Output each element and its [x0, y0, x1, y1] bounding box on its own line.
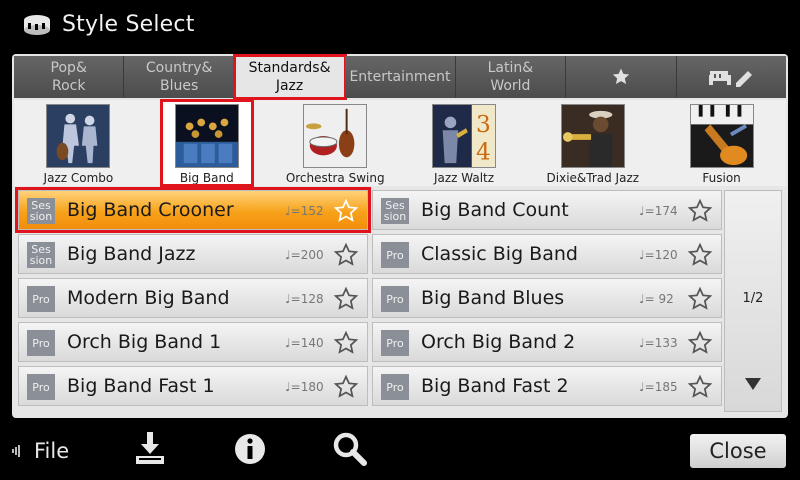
style-item-big-band-count[interactable]: Ses sion Big Band Count ♩=174	[372, 190, 722, 230]
subcategory-strip: Jazz Combo Big Band Orchestra Swing 3 4 …	[14, 99, 786, 187]
style-browser-panel: Pop& Rock Country& Blues Standards& Jazz…	[12, 54, 788, 418]
session-badge: Ses sion	[381, 198, 409, 224]
jazz-waltz-thumbnail: 3 4	[431, 104, 496, 168]
style-name: Big Band Crooner	[67, 199, 234, 221]
pro-badge: Pro	[381, 242, 409, 268]
file-label: File	[34, 439, 70, 463]
style-item-big-band-blues[interactable]: Pro Big Band Blues ♩= 92	[372, 278, 722, 318]
page-title: Style Select	[62, 12, 195, 37]
style-tempo: ♩=152	[285, 204, 324, 218]
favorite-star-icon[interactable]	[333, 198, 359, 224]
subcategory-dixie-trad-jazz[interactable]: Dixie&Trad Jazz	[528, 100, 657, 186]
subcategory-jazz-combo[interactable]: Jazz Combo	[14, 100, 143, 186]
style-item-big-band-fast-2[interactable]: Pro Big Band Fast 2 ♩=185	[372, 366, 722, 406]
subcategory-label: Fusion	[702, 171, 741, 185]
tab-entertainment[interactable]: Entertainment	[345, 56, 456, 98]
category-tabs: Pop& Rock Country& Blues Standards& Jazz…	[14, 54, 786, 100]
subcategory-big-band[interactable]: Big Band	[159, 99, 254, 187]
style-item-big-band-crooner[interactable]: Ses sion Big Band Crooner ♩=152	[15, 187, 371, 233]
subcategory-label: Jazz Waltz	[433, 171, 495, 185]
tab-country-blues[interactable]: Country& Blues	[124, 56, 235, 98]
style-name: Big Band Count	[421, 199, 569, 221]
style-list-column-left: Ses sion Big Band Crooner ♩=152 Ses sion…	[15, 187, 371, 410]
pro-badge: Pro	[381, 374, 409, 400]
style-item-modern-big-band[interactable]: Pro Modern Big Band ♩=128	[18, 278, 368, 318]
footer-bar: File Close	[0, 420, 800, 480]
style-item-classic-big-band[interactable]: Pro Classic Big Band ♩=120	[372, 234, 722, 274]
subcategory-label: Dixie&Trad Jazz	[546, 171, 640, 185]
style-tempo: ♩=128	[285, 292, 324, 306]
tab-standards-jazz[interactable]: Standards& Jazz	[232, 54, 348, 100]
style-name: Classic Big Band	[421, 243, 578, 265]
svg-text:4: 4	[476, 138, 491, 165]
page-indicator: 1/2	[742, 291, 764, 306]
style-tempo: ♩=180	[285, 380, 324, 394]
style-list-column-right: Ses sion Big Band Count ♩=174 Pro Classi…	[372, 190, 722, 410]
star-icon	[612, 68, 629, 84]
pro-badge: Pro	[381, 330, 409, 356]
style-name: Big Band Blues	[421, 287, 565, 309]
user-keyboard-edit-icon	[709, 71, 753, 87]
favorite-star-icon[interactable]	[333, 374, 359, 400]
favorite-star-icon[interactable]	[687, 330, 713, 356]
svg-text:3: 3	[476, 111, 491, 138]
pro-badge: Pro	[27, 330, 55, 356]
style-name: Orch Big Band 2	[421, 331, 576, 353]
style-tempo: ♩=133	[639, 336, 678, 350]
search-icon[interactable]	[331, 430, 369, 468]
save-icon[interactable]	[131, 430, 169, 468]
style-name: Big Band Fast 1	[67, 375, 215, 397]
page-scroll-area[interactable]: 1/2	[724, 190, 782, 412]
favorite-star-icon[interactable]	[687, 198, 713, 224]
favorite-star-icon[interactable]	[333, 242, 359, 268]
style-name: Modern Big Band	[67, 287, 230, 309]
style-tempo: ♩=120	[639, 248, 678, 262]
tab-favorites[interactable]	[566, 56, 677, 98]
tab-user-edit[interactable]	[676, 56, 786, 98]
title-bar: Style Select	[0, 0, 800, 52]
style-item-orch-big-band-1[interactable]: Pro Orch Big Band 1 ♩=140	[18, 322, 368, 362]
info-icon[interactable]	[231, 430, 269, 468]
subcategory-orchestra-swing[interactable]: Orchestra Swing	[271, 100, 400, 186]
file-button[interactable]: File	[10, 436, 69, 466]
triangle-down-icon[interactable]	[744, 377, 762, 391]
style-tempo: ♩= 92	[639, 292, 674, 306]
style-tempo: ♩=140	[285, 336, 324, 350]
session-badge: Ses sion	[27, 198, 55, 224]
subcategory-fusion[interactable]: Fusion	[657, 100, 786, 186]
pro-badge: Pro	[27, 286, 55, 312]
tab-pop-rock[interactable]: Pop& Rock	[14, 56, 125, 98]
style-item-big-band-fast-1[interactable]: Pro Big Band Fast 1 ♩=180	[18, 366, 368, 406]
pro-badge: Pro	[27, 374, 55, 400]
style-name: Big Band Jazz	[67, 243, 196, 265]
dixie-trad-jazz-thumbnail	[560, 104, 625, 168]
favorite-star-icon[interactable]	[687, 374, 713, 400]
speaker-icon	[12, 445, 20, 457]
session-badge: Ses sion	[27, 242, 55, 268]
pro-badge: Pro	[381, 286, 409, 312]
favorite-star-icon[interactable]	[687, 286, 713, 312]
style-tempo: ♩=200	[285, 248, 324, 262]
favorite-star-icon[interactable]	[333, 286, 359, 312]
orchestra-swing-thumbnail	[303, 104, 368, 168]
style-tempo: ♩=185	[639, 380, 678, 394]
subcategory-label: Big Band	[179, 171, 234, 185]
subcategory-jazz-waltz[interactable]: 3 4 Jazz Waltz	[400, 100, 529, 186]
style-name: Orch Big Band 1	[67, 331, 222, 353]
fusion-thumbnail	[689, 104, 754, 168]
big-band-thumbnail	[174, 104, 239, 168]
style-list: Ses sion Big Band Crooner ♩=152 Ses sion…	[15, 187, 722, 416]
tab-latin-world[interactable]: Latin& World	[455, 56, 567, 98]
style-tempo: ♩=174	[639, 204, 678, 218]
subcategory-label: Jazz Combo	[43, 171, 114, 185]
close-button[interactable]: Close	[690, 434, 786, 468]
keyboard-style-icon	[24, 15, 50, 35]
favorite-star-icon[interactable]	[687, 242, 713, 268]
style-name: Big Band Fast 2	[421, 375, 569, 397]
style-item-big-band-jazz[interactable]: Ses sion Big Band Jazz ♩=200	[18, 234, 368, 274]
favorite-star-icon[interactable]	[333, 330, 359, 356]
subcategory-label: Orchestra Swing	[285, 171, 385, 185]
jazz-combo-thumbnail	[46, 104, 111, 168]
style-item-orch-big-band-2[interactable]: Pro Orch Big Band 2 ♩=133	[372, 322, 722, 362]
